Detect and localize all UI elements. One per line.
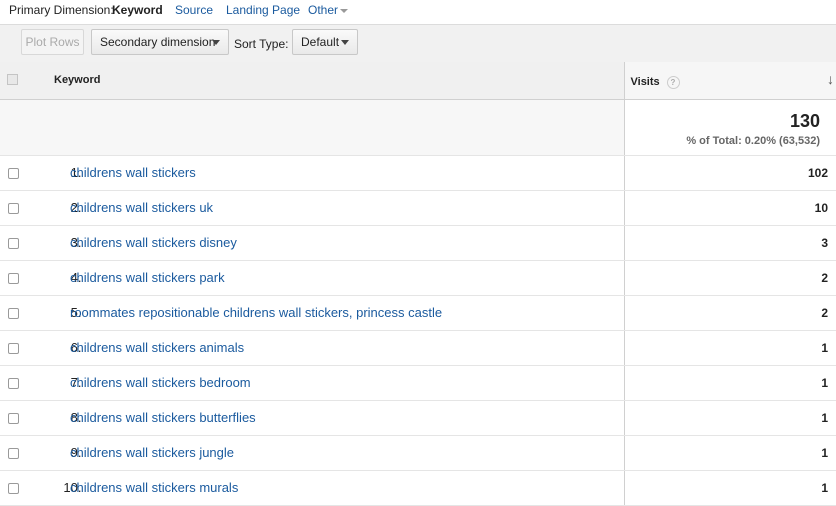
row-checkbox[interactable] (8, 483, 19, 494)
table-row: 2. childrens wall stickers uk 10 (0, 190, 836, 226)
row-keyword-cell: 4. childrens wall stickers park (26, 260, 624, 296)
row-checkbox-cell (0, 190, 26, 226)
header-checkbox-cell (0, 62, 26, 100)
keyword-link[interactable]: childrens wall stickers murals (70, 480, 238, 495)
report-table-view: Primary Dimension: Keyword Source Landin… (0, 0, 836, 506)
row-checkbox[interactable] (8, 378, 19, 389)
row-visits: 1 (623, 365, 836, 401)
row-checkbox-cell (0, 435, 26, 471)
keyword-link[interactable]: childrens wall stickers (70, 165, 196, 180)
table-row: 9. childrens wall stickers jungle 1 (0, 435, 836, 471)
row-keyword-cell: 7. childrens wall stickers bedroom (26, 365, 624, 401)
primary-dimension-keyword[interactable]: Keyword (112, 3, 163, 17)
sort-type-value: Default (301, 35, 340, 49)
keyword-link[interactable]: childrens wall stickers disney (70, 235, 237, 250)
table-row: 7. childrens wall stickers bedroom 1 (0, 365, 836, 401)
row-checkbox-cell (0, 295, 26, 331)
total-checkbox-cell (0, 99, 26, 156)
primary-dimension-landing-page-link[interactable]: Landing Page (226, 3, 300, 17)
table-header-row: Keyword Visits ? ↓ (0, 62, 836, 100)
table-row: 8. childrens wall stickers butterflies 1 (0, 400, 836, 436)
row-keyword-cell: 1. childrens wall stickers (26, 155, 624, 191)
row-visits: 2 (623, 295, 836, 331)
total-visits-percent: % of Total: 0.20% (63,532) (686, 135, 820, 147)
keyword-link[interactable]: childrens wall stickers bedroom (70, 375, 251, 390)
total-visits-cell: 130 % of Total: 0.20% (63,532) (623, 99, 836, 156)
row-keyword-cell: 9. childrens wall stickers jungle (26, 435, 624, 471)
row-keyword-cell: 3. childrens wall stickers disney (26, 225, 624, 261)
sort-down-arrow-icon[interactable]: ↓ (827, 71, 834, 87)
row-visits: 1 (623, 400, 836, 436)
row-checkbox-cell (0, 155, 26, 191)
sort-type-dropdown[interactable]: Default (292, 29, 358, 55)
chevron-down-icon (212, 40, 220, 45)
row-keyword-cell: 10. childrens wall stickers murals (26, 470, 624, 506)
row-keyword-cell: 2. childrens wall stickers uk (26, 190, 624, 226)
table-row: 6. childrens wall stickers animals 1 (0, 330, 836, 366)
row-checkbox[interactable] (8, 203, 19, 214)
table-row: 3. childrens wall stickers disney 3 (0, 225, 836, 261)
keyword-link[interactable]: childrens wall stickers uk (70, 200, 213, 215)
table-row: 5. roommates repositionable childrens wal… (0, 295, 836, 331)
primary-dimension-other-dropdown[interactable]: Other (308, 3, 338, 17)
row-checkbox[interactable] (8, 413, 19, 424)
primary-dimension-bar: Primary Dimension: Keyword Source Landin… (0, 0, 836, 25)
help-icon[interactable]: ? (666, 76, 680, 89)
table-row: 10. childrens wall stickers murals 1 (0, 470, 836, 506)
row-checkbox[interactable] (8, 308, 19, 319)
row-visits: 1 (623, 330, 836, 366)
row-visits: 102 (623, 155, 836, 191)
header-visits-cell[interactable]: Visits ? ↓ (623, 62, 836, 100)
row-checkbox-cell (0, 225, 26, 261)
row-checkbox-cell (0, 260, 26, 296)
keyword-link[interactable]: roommates repositionable childrens wall … (70, 305, 442, 320)
secondary-dimension-label: Secondary dimension (100, 35, 216, 49)
visits-column-header[interactable]: Visits (631, 76, 660, 88)
total-visits-value: 130 (789, 111, 820, 131)
keyword-link[interactable]: childrens wall stickers animals (70, 340, 244, 355)
row-checkbox[interactable] (8, 448, 19, 459)
row-visits: 2 (623, 260, 836, 296)
chevron-down-icon (340, 9, 348, 13)
row-visits: 3 (623, 225, 836, 261)
row-keyword-cell: 8. childrens wall stickers butterflies (26, 400, 624, 436)
total-keyword-cell (26, 99, 624, 156)
table-toolbar: Plot Rows Secondary dimension Sort Type:… (0, 25, 836, 63)
row-checkbox[interactable] (8, 168, 19, 179)
primary-dimension-source-link[interactable]: Source (175, 3, 213, 17)
data-table: Keyword Visits ? ↓ 130 % of Total: 0.20%… (0, 62, 836, 506)
secondary-dimension-dropdown[interactable]: Secondary dimension (91, 29, 229, 55)
row-visits: 10 (623, 190, 836, 226)
row-checkbox-cell (0, 470, 26, 506)
row-keyword-cell: 5. roommates repositionable childrens wal… (26, 295, 624, 331)
row-checkbox[interactable] (8, 273, 19, 284)
keyword-link[interactable]: childrens wall stickers park (70, 270, 225, 285)
keyword-link[interactable]: childrens wall stickers jungle (70, 445, 234, 460)
sort-type-label: Sort Type: (234, 37, 289, 51)
primary-dimension-label: Primary Dimension: (9, 3, 114, 17)
row-keyword-cell: 6. childrens wall stickers animals (26, 330, 624, 366)
chevron-down-icon (341, 40, 349, 45)
header-keyword-cell: Keyword (26, 62, 624, 100)
total-row: 130 % of Total: 0.20% (63,532) (0, 99, 836, 156)
row-checkbox-cell (0, 400, 26, 436)
row-checkbox-cell (0, 330, 26, 366)
row-checkbox-cell (0, 365, 26, 401)
plot-rows-button[interactable]: Plot Rows (21, 29, 84, 55)
row-visits: 1 (623, 470, 836, 506)
table-row: 4. childrens wall stickers park 2 (0, 260, 836, 296)
select-all-checkbox[interactable] (7, 74, 18, 85)
row-checkbox[interactable] (8, 238, 19, 249)
keyword-column-header[interactable]: Keyword (54, 74, 100, 86)
row-visits: 1 (623, 435, 836, 471)
keyword-link[interactable]: childrens wall stickers butterflies (70, 410, 256, 425)
table-row: 1. childrens wall stickers 102 (0, 155, 836, 191)
row-checkbox[interactable] (8, 343, 19, 354)
